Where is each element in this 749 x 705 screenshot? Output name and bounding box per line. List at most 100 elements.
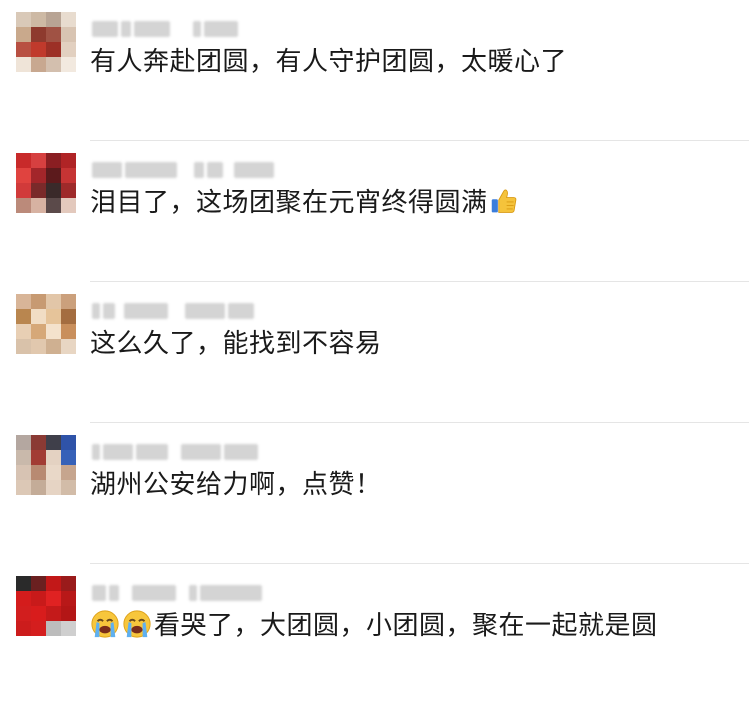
blurred-username[interactable] bbox=[92, 18, 238, 40]
avatar-pixel bbox=[61, 576, 76, 591]
avatar-pixel bbox=[46, 309, 61, 324]
avatar-pixel bbox=[61, 153, 76, 168]
avatar-pixel bbox=[31, 57, 46, 72]
comment-text: 泪目了，这场团聚在元宵终得圆满 bbox=[90, 183, 739, 223]
avatar-pixel bbox=[46, 198, 61, 213]
avatar-pixel bbox=[16, 450, 31, 465]
avatar-pixel bbox=[61, 324, 76, 339]
avatar[interactable] bbox=[16, 576, 76, 636]
avatar-pixel bbox=[61, 309, 76, 324]
avatar-pixel bbox=[16, 621, 31, 636]
comment-item[interactable]: 有人奔赴团圆，有人守护团圆，太暖心了 bbox=[0, 0, 749, 141]
comment-text: 看哭了，大团圆，小团圆，聚在一起就是圆 bbox=[90, 606, 739, 646]
avatar-pixel bbox=[31, 435, 46, 450]
comment-item[interactable]: 这么久了，能找到不容易 bbox=[0, 282, 749, 423]
avatar-pixel bbox=[46, 480, 61, 495]
avatar-pixel bbox=[61, 621, 76, 636]
avatar-pixel bbox=[16, 12, 31, 27]
comment-text-content: 湖州公安给力啊，点赞！ bbox=[90, 470, 382, 500]
avatar-pixel bbox=[61, 42, 76, 57]
avatar-pixel bbox=[61, 168, 76, 183]
avatar-pixel bbox=[46, 591, 61, 606]
avatar-pixel bbox=[61, 12, 76, 27]
avatar-pixel bbox=[16, 198, 31, 213]
avatar-pixel bbox=[61, 57, 76, 72]
comment-item[interactable]: 泪目了，这场团聚在元宵终得圆满 bbox=[0, 141, 749, 282]
avatar-pixel bbox=[46, 435, 61, 450]
avatar-pixel bbox=[16, 309, 31, 324]
loudly-crying-face-icon bbox=[91, 610, 119, 638]
avatar-pixel bbox=[46, 324, 61, 339]
avatar-pixel bbox=[61, 339, 76, 354]
avatar-pixel bbox=[16, 576, 31, 591]
blurred-username[interactable] bbox=[92, 441, 258, 463]
blurred-username[interactable] bbox=[92, 300, 254, 322]
avatar-pixel bbox=[31, 324, 46, 339]
avatar-pixel bbox=[46, 294, 61, 309]
avatar-pixel bbox=[31, 450, 46, 465]
avatar-pixel bbox=[31, 198, 46, 213]
avatar[interactable] bbox=[16, 153, 76, 213]
avatar-pixel bbox=[31, 294, 46, 309]
avatar-pixel bbox=[46, 183, 61, 198]
avatar-pixel bbox=[16, 168, 31, 183]
avatar[interactable] bbox=[16, 435, 76, 495]
avatar-pixel bbox=[31, 621, 46, 636]
blurred-username[interactable] bbox=[92, 582, 262, 604]
avatar-pixel bbox=[61, 450, 76, 465]
comment-text-content: 看哭了，大团圆，小团圆，聚在一起就是圆 bbox=[154, 611, 658, 641]
avatar-pixel bbox=[31, 309, 46, 324]
avatar-pixel bbox=[61, 435, 76, 450]
loudly-crying-face-icon bbox=[123, 610, 151, 638]
comment-text: 这么久了，能找到不容易 bbox=[90, 324, 739, 364]
avatar-pixel bbox=[16, 465, 31, 480]
comment-item[interactable]: 看哭了，大团圆，小团圆，聚在一起就是圆 bbox=[0, 564, 749, 705]
avatar-pixel bbox=[31, 339, 46, 354]
avatar-pixel bbox=[31, 576, 46, 591]
avatar-pixel bbox=[46, 27, 61, 42]
avatar-pixel bbox=[61, 183, 76, 198]
avatar-pixel bbox=[31, 27, 46, 42]
blurred-username[interactable] bbox=[92, 159, 274, 181]
avatar-pixel bbox=[16, 153, 31, 168]
avatar-pixel bbox=[16, 435, 31, 450]
avatar-pixel bbox=[31, 480, 46, 495]
avatar-pixel bbox=[46, 621, 61, 636]
avatar-pixel bbox=[46, 153, 61, 168]
comment-text: 湖州公安给力啊，点赞！ bbox=[90, 465, 739, 505]
avatar-pixel bbox=[31, 183, 46, 198]
avatar-pixel bbox=[46, 450, 61, 465]
avatar-pixel bbox=[16, 57, 31, 72]
avatar-pixel bbox=[31, 168, 46, 183]
avatar-pixel bbox=[16, 339, 31, 354]
avatar-pixel bbox=[31, 42, 46, 57]
avatar-pixel bbox=[61, 606, 76, 621]
comment-text-content: 泪目了，这场团聚在元宵终得圆满 bbox=[90, 188, 488, 218]
comment-text-content: 这么久了，能找到不容易 bbox=[90, 329, 382, 359]
avatar-pixel bbox=[46, 168, 61, 183]
avatar[interactable] bbox=[16, 12, 76, 72]
avatar-pixel bbox=[61, 198, 76, 213]
avatar[interactable] bbox=[16, 294, 76, 354]
avatar-pixel bbox=[46, 57, 61, 72]
avatar-pixel bbox=[46, 42, 61, 57]
avatar-pixel bbox=[46, 606, 61, 621]
avatar-pixel bbox=[46, 339, 61, 354]
avatar-pixel bbox=[16, 606, 31, 621]
avatar-pixel bbox=[16, 183, 31, 198]
comment-item[interactable]: 湖州公安给力啊，点赞！ bbox=[0, 423, 749, 564]
comment-feed: 有人奔赴团圆，有人守护团圆，太暖心了 泪目了，这场团聚在元宵终得圆满 这么久了，… bbox=[0, 0, 749, 680]
avatar-pixel bbox=[61, 294, 76, 309]
avatar-pixel bbox=[16, 42, 31, 57]
comment-text-content: 有人奔赴团圆，有人守护团圆，太暖心了 bbox=[90, 47, 568, 77]
avatar-pixel bbox=[61, 591, 76, 606]
avatar-pixel bbox=[16, 294, 31, 309]
avatar-pixel bbox=[16, 324, 31, 339]
avatar-pixel bbox=[61, 465, 76, 480]
avatar-pixel bbox=[61, 27, 76, 42]
avatar-pixel bbox=[16, 591, 31, 606]
avatar-pixel bbox=[31, 591, 46, 606]
thumbs-up-icon bbox=[491, 189, 516, 213]
avatar-pixel bbox=[46, 576, 61, 591]
avatar-pixel bbox=[46, 465, 61, 480]
